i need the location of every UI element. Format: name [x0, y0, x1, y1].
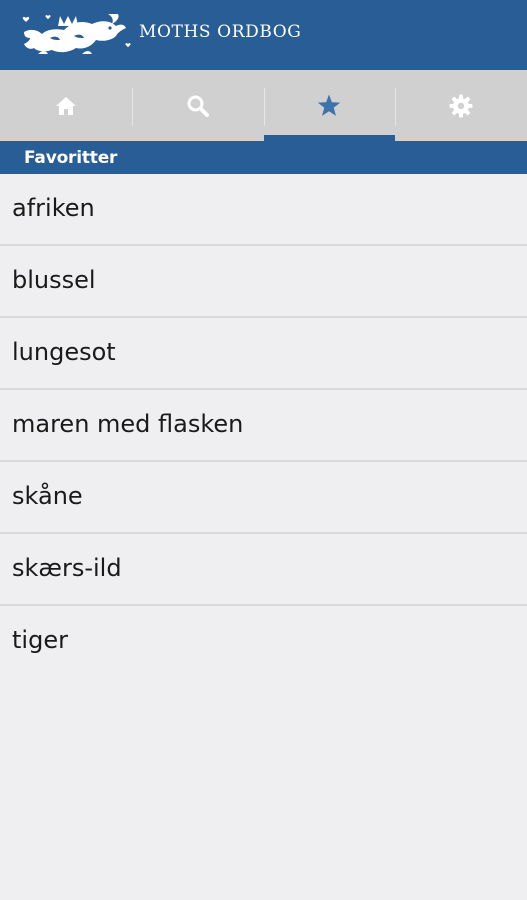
favorites-list: afriken blussel lungesot maren med flask…	[0, 174, 527, 676]
list-item-label: afriken	[12, 194, 95, 222]
tab-settings[interactable]	[395, 70, 527, 141]
star-icon	[318, 94, 341, 116]
list-item-label: blussel	[12, 266, 96, 294]
gear-icon	[449, 94, 473, 117]
tab-favorites[interactable]	[263, 70, 396, 141]
list-item[interactable]: blussel	[0, 246, 527, 318]
search-icon	[187, 95, 209, 117]
list-item-label: tiger	[12, 626, 68, 654]
list-item[interactable]: afriken	[0, 174, 527, 246]
list-item[interactable]: skåne	[0, 462, 527, 534]
tab-bar	[0, 70, 527, 141]
list-item[interactable]: tiger	[0, 606, 527, 676]
app-title: MOTHS ORDBOG	[139, 22, 302, 42]
list-item-label: maren med flasken	[12, 410, 244, 438]
section-header: Favoritter	[0, 141, 527, 174]
list-item[interactable]: lungesot	[0, 318, 527, 390]
tab-home[interactable]	[0, 70, 132, 141]
tab-search[interactable]	[131, 70, 264, 141]
list-item[interactable]: maren med flasken	[0, 390, 527, 462]
list-item-label: lungesot	[12, 338, 116, 366]
list-item-label: skåne	[12, 482, 83, 510]
section-title: Favoritter	[24, 148, 118, 168]
app-bar: MOTHS ORDBOG	[0, 0, 527, 70]
list-item-label: skærs-ild	[12, 554, 122, 582]
list-item[interactable]: skærs-ild	[0, 534, 527, 606]
home-icon	[55, 96, 76, 115]
logo-icon	[22, 14, 131, 54]
